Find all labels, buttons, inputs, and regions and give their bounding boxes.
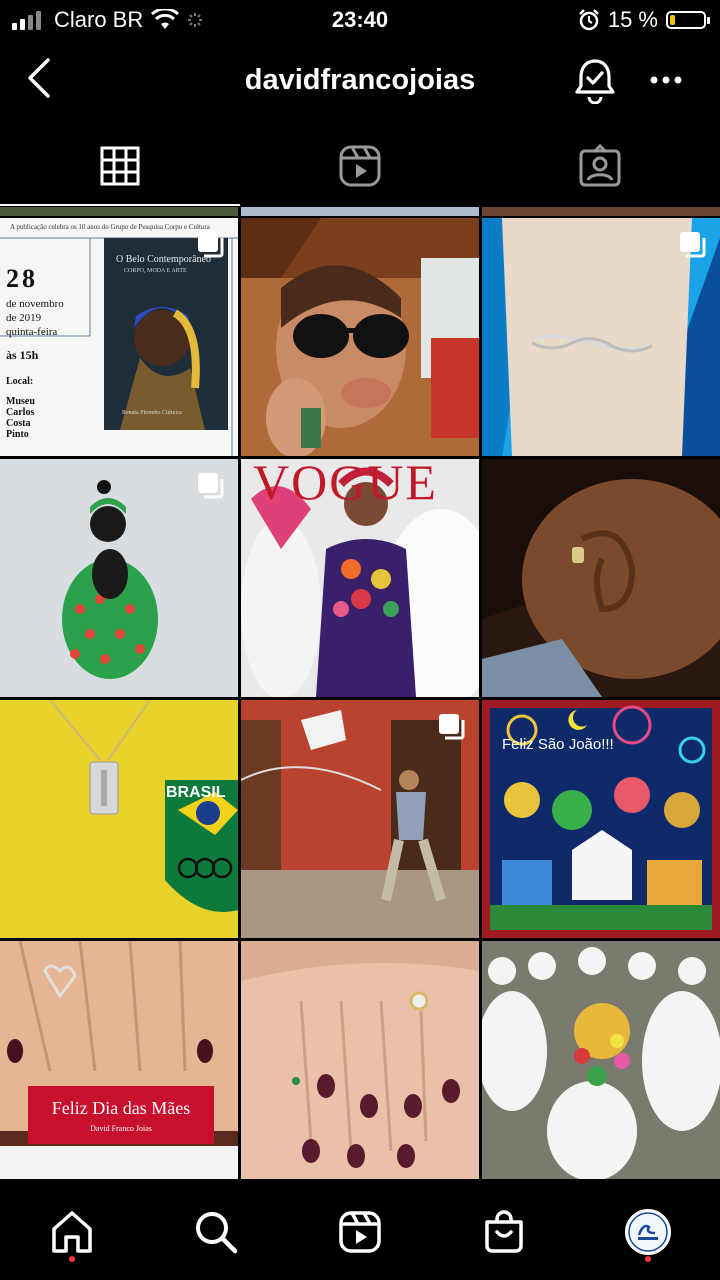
post-thumbnail-partial[interactable] (241, 207, 479, 216)
shop-bag-icon (485, 1210, 523, 1253)
more-options-icon[interactable] (644, 60, 688, 100)
event-day: 28 (6, 264, 38, 293)
home-notification-dot (69, 1256, 75, 1262)
profile-header: davidfrancojoias (0, 44, 720, 114)
sao-joao-greeting: Feliz São João!!! (502, 736, 614, 753)
ear-cuff-image (482, 459, 720, 697)
tab-posts-grid[interactable] (0, 128, 240, 204)
post-bracelet[interactable] (482, 218, 720, 456)
post-thumbnail-partial[interactable] (482, 207, 720, 216)
tab-reels[interactable] (240, 128, 480, 204)
status-bar: Claro BR 23:40 15 % (0, 0, 720, 40)
magazine-title: VOGUE (253, 459, 438, 510)
event-month: de novembro (6, 298, 64, 310)
post-mothers-day[interactable]: Feliz Dia das Mães David Franco Joias (0, 941, 238, 1179)
posts-grid: A publicação celebra os 10 anos do Grupo… (0, 207, 720, 1182)
brasil-label: BRASIL (166, 784, 226, 801)
nav-reels[interactable] (330, 1202, 390, 1262)
home-icon (52, 1211, 92, 1253)
event-local-label: Local: (6, 376, 34, 387)
post-man-kite[interactable] (241, 700, 479, 938)
event-year: de 2019 (6, 312, 42, 324)
razor-necklace-image (0, 700, 238, 938)
rings-hands-image (241, 941, 479, 1179)
grid-icon (100, 146, 140, 186)
carousel-icon (198, 232, 224, 258)
active-tab-indicator (0, 204, 240, 206)
event-place: Museu Carlos Costa Pinto (6, 396, 35, 440)
post-doll-figurine[interactable] (0, 459, 238, 697)
book-subtitle: CORPO, MODA E ARTE (124, 268, 187, 274)
tagged-icon (579, 144, 621, 187)
post-book-launch[interactable]: A publicação celebra os 10 anos do Grupo… (0, 218, 238, 456)
tab-tagged[interactable] (480, 128, 720, 204)
place-line: Costa (6, 418, 31, 429)
post-baianas-procession[interactable] (482, 941, 720, 1179)
search-icon (196, 1212, 238, 1254)
post-sao-joao[interactable]: Feliz São João!!! (482, 700, 720, 938)
profile-notification-dot (645, 1256, 651, 1262)
mothers-day-title: Feliz Dia das Mães (51, 1098, 191, 1118)
bottom-navigation (0, 1184, 720, 1280)
event-weekday: quinta-feira (6, 326, 58, 338)
carousel-icon (439, 714, 465, 740)
carousel-icon (198, 473, 224, 499)
post-ear-cuff[interactable] (482, 459, 720, 697)
caption-top: A publicação celebra os 10 anos do Grupo… (10, 223, 210, 231)
alarm-icon (578, 9, 599, 31)
profile-avatar (625, 1209, 671, 1255)
baianas-procession-image (482, 941, 720, 1179)
nav-shop[interactable] (474, 1202, 534, 1262)
reels-icon (339, 1211, 381, 1253)
post-thumbnail-partial[interactable] (0, 207, 238, 216)
woman-sunglasses-image (241, 218, 479, 456)
event-time: às 15h (6, 348, 39, 362)
nav-profile[interactable] (618, 1202, 678, 1262)
post-rings-hands[interactable] (241, 941, 479, 1179)
nav-home[interactable] (42, 1202, 102, 1262)
mothers-day-brand: David Franco Joias (90, 1124, 152, 1133)
post-woman-sunglasses[interactable] (241, 218, 479, 456)
place-line: Pinto (6, 429, 29, 440)
carousel-icon (680, 232, 706, 258)
nav-search[interactable] (186, 1202, 246, 1262)
post-vogue-cover[interactable]: VOGUE (241, 459, 479, 697)
profile-tabs (0, 128, 720, 206)
reels-icon (339, 145, 381, 187)
place-line: Museu (6, 396, 35, 407)
battery-icon (666, 11, 710, 29)
book-author: Renata Pitombo Cidreira (122, 410, 182, 416)
post-razor-necklace[interactable]: BRASIL (0, 700, 238, 938)
notification-bell-icon[interactable] (572, 56, 618, 104)
place-line: Carlos (6, 407, 35, 418)
battery-percent: 15 % (607, 7, 658, 32)
mothers-day-hand-image (0, 941, 238, 1179)
